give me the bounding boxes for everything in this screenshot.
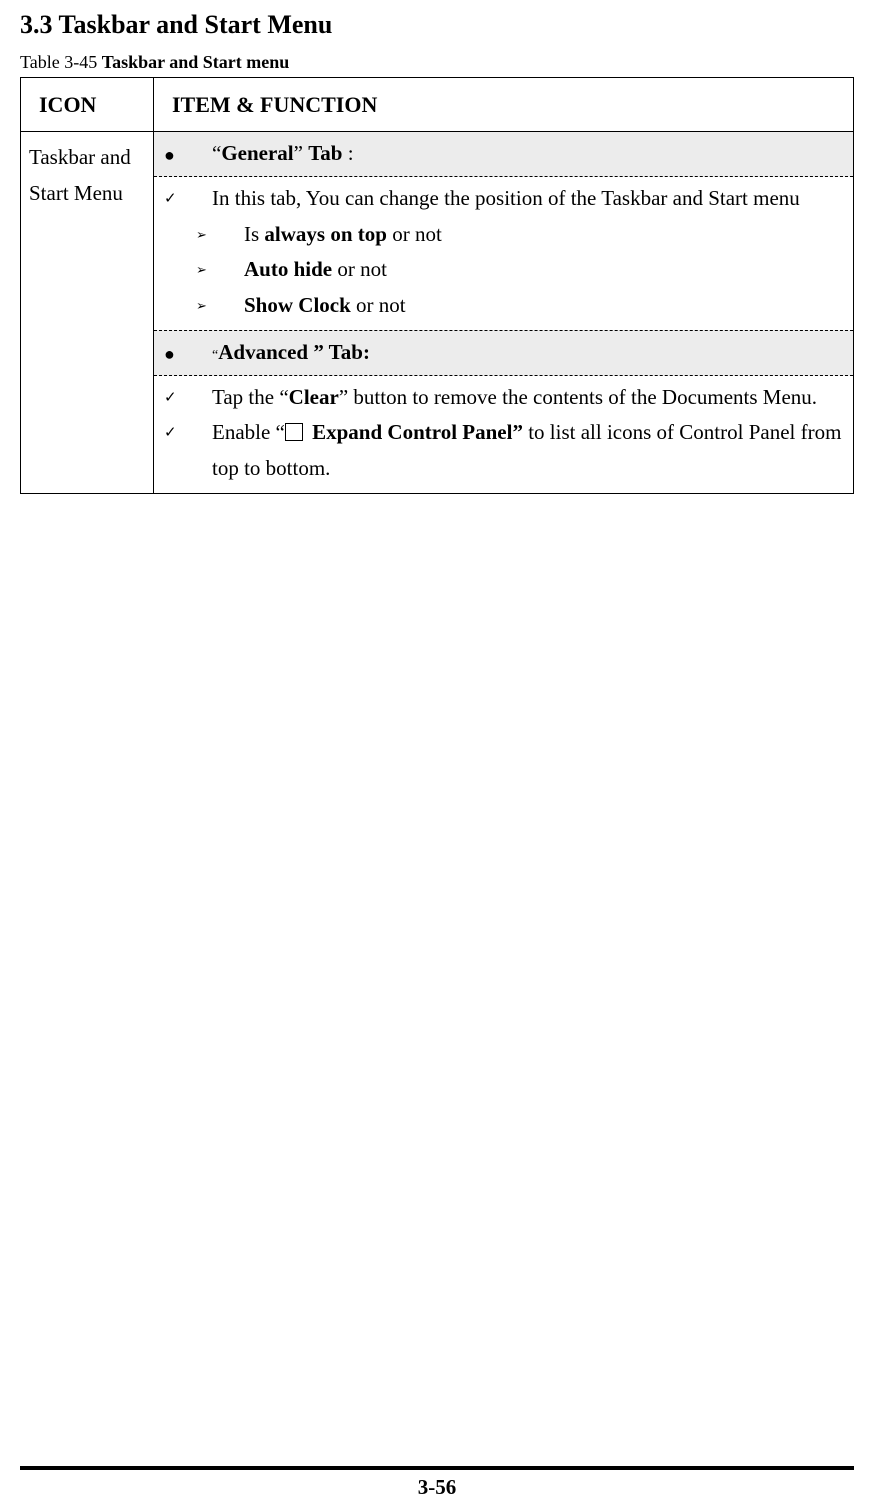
bullet-icon: ● (164, 335, 212, 371)
check-icon: ✓ (164, 380, 212, 416)
txt-bold: Clear (289, 385, 339, 409)
tab-bold: Tab (308, 141, 342, 165)
txt: or not (387, 222, 442, 246)
txt: Is (244, 222, 264, 246)
txt: ” button to remove the contents of the D… (339, 385, 817, 409)
bullet-icon: ● (164, 136, 212, 172)
advanced-expand-line: Enable “ Expand Control Panel” to list a… (212, 415, 843, 486)
quote-close: ” (294, 141, 309, 165)
table-caption: Table 3-45 Taskbar and Start menu (20, 52, 854, 73)
table-taskbar-start-menu: ICON ITEM & FUNCTION Taskbar and Start M… (20, 77, 854, 494)
txt: Tap the “ (212, 385, 289, 409)
sub-auto-hide: Auto hide or not (244, 252, 843, 288)
th-icon: ICON (21, 78, 154, 132)
advanced-tab-header: ● “Advanced ” Tab: (154, 330, 853, 376)
chevron-icon: ➢ (196, 217, 244, 253)
caption-bold: Taskbar and Start menu (102, 52, 290, 72)
check-icon: ✓ (164, 181, 212, 217)
footer-rule (20, 1466, 854, 1470)
advanced-clear-line: Tap the “Clear” button to remove the con… (212, 380, 843, 416)
general-tab-body: ✓ In this tab, You can change the positi… (154, 177, 853, 330)
check-icon: ✓ (164, 415, 212, 486)
sub-always-on-top: Is always on top or not (244, 217, 843, 253)
general-tab-header: ● “General” Tab : (154, 132, 853, 177)
colon: : (342, 141, 353, 165)
sub-show-clock: Show Clock or not (244, 288, 843, 324)
txt-bold: Expand Control Panel (307, 420, 513, 444)
advanced-tab-body: ✓ Tap the “Clear” button to remove the c… (154, 376, 853, 493)
advanced-bold: Advanced ” Tab: (218, 340, 370, 364)
function-cell: ● “General” Tab : ✓ In this tab, You can… (154, 132, 854, 493)
txt: Enable “ (212, 420, 285, 444)
general-tab-label: “General” Tab : (212, 136, 843, 172)
chevron-icon: ➢ (196, 252, 244, 288)
page-number: 3-56 (0, 1475, 874, 1500)
txt-bold: Show Clock (244, 293, 351, 317)
quote-open: “ (212, 141, 221, 165)
txt-bold: always on top (264, 222, 387, 246)
txt: or not (332, 257, 387, 281)
txt-bold: ” (512, 420, 523, 444)
th-item-function: ITEM & FUNCTION (154, 78, 854, 132)
caption-prefix: Table 3-45 (20, 52, 102, 72)
general-body-text: In this tab, You can change the position… (212, 181, 843, 217)
txt-bold: Auto hide (244, 257, 332, 281)
icon-cell: Taskbar and Start Menu (21, 132, 154, 493)
section-heading: 3.3 Taskbar and Start Menu (20, 10, 854, 40)
advanced-tab-label: “Advanced ” Tab: (212, 335, 843, 371)
txt: or not (351, 293, 406, 317)
chevron-icon: ➢ (196, 288, 244, 324)
checkbox-icon (285, 423, 303, 441)
general-bold: General (221, 141, 293, 165)
